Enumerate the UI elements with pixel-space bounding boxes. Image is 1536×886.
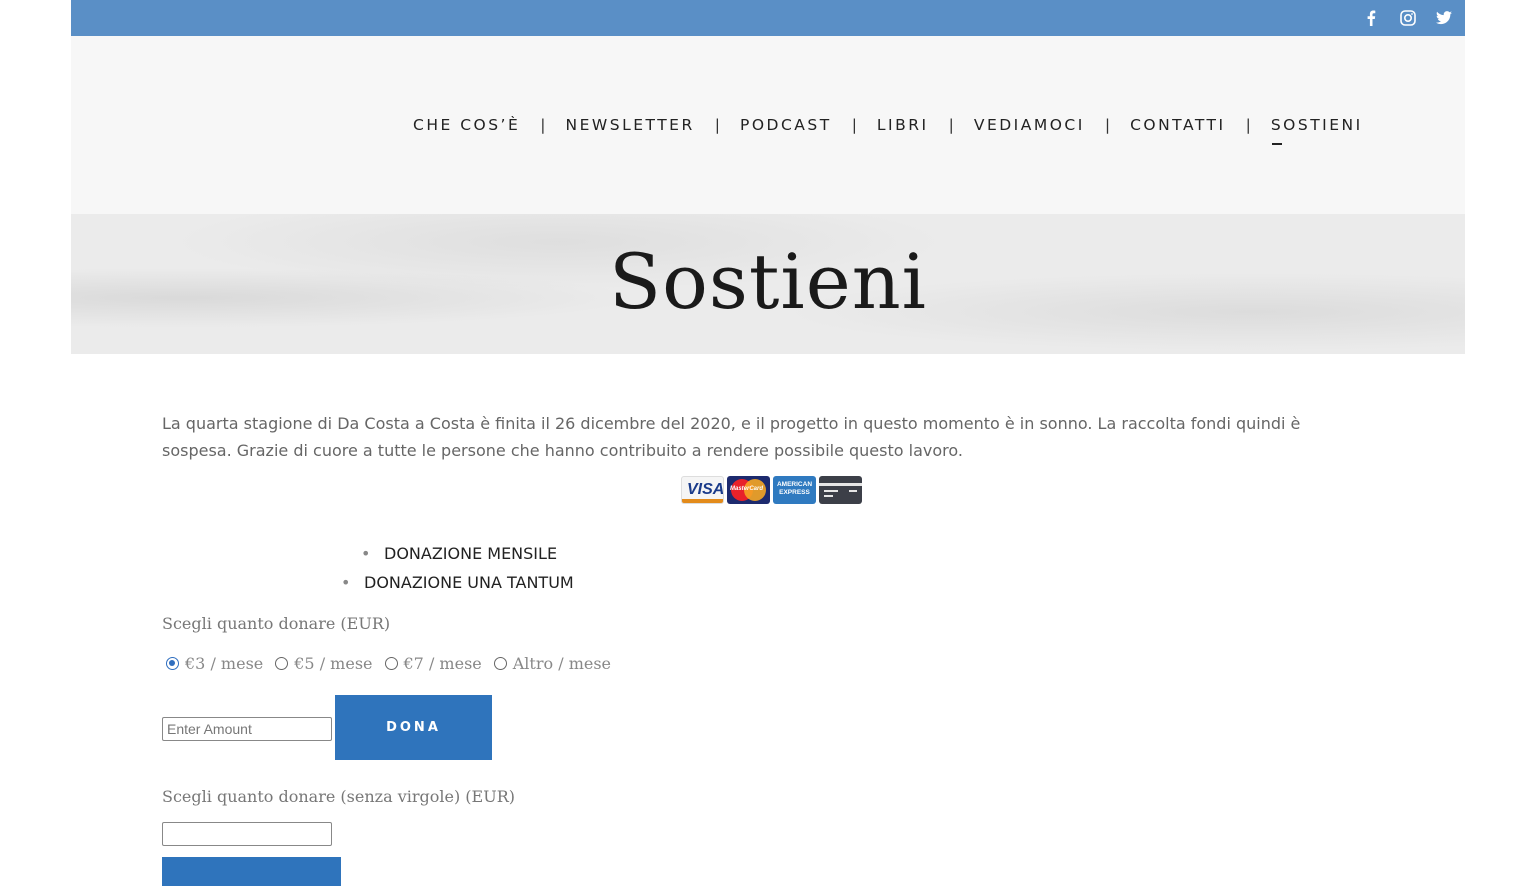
amount-option-label: €5 / mese — [294, 654, 373, 673]
donation-monthly-option[interactable]: DONAZIONE MENSILE — [361, 544, 557, 563]
nav-separator: | — [948, 116, 954, 134]
instagram-icon[interactable] — [1396, 0, 1420, 36]
amount-option-label: Altro / mese — [512, 654, 612, 673]
donate-button-2[interactable] — [162, 857, 341, 886]
amount-option-label: €7 / mese — [403, 654, 482, 673]
nav-item-1[interactable]: NEWSLETTER — [566, 116, 695, 134]
nav-item-5[interactable]: CONTATTI — [1130, 116, 1226, 134]
amount-option-3[interactable]: €3 / mese — [166, 654, 263, 673]
radio-button[interactable] — [384, 657, 398, 670]
amount-radio-group: €3 / mese €5 / mese €7 / mese Altro / me… — [166, 654, 623, 673]
nav-separator: | — [1245, 116, 1251, 134]
amount-label: Scegli quanto donare (EUR) — [162, 614, 391, 633]
twitter-icon[interactable] — [1432, 0, 1456, 36]
nav-item-6[interactable]: SOSTIENI — [1271, 116, 1363, 145]
radio-button[interactable] — [275, 657, 289, 670]
radio-button[interactable] — [493, 657, 507, 670]
amount-no-comma-label: Scegli quanto donare (senza virgole) (EU… — [162, 787, 515, 806]
visa-label: VISA — [687, 481, 724, 498]
facebook-icon[interactable] — [1359, 0, 1383, 36]
donation-one-time-option[interactable]: DONAZIONE UNA TANTUM — [341, 573, 574, 592]
main-nav: CHE COS’È | NEWSLETTER | PODCAST | LIBRI | VEDIA… — [413, 116, 1363, 145]
page-hero: Sostieni — [71, 214, 1465, 354]
nav-separator: | — [1104, 116, 1111, 134]
payment-cards: VISA MasterCard AMERICAN EXPRESS — [681, 476, 862, 504]
top-bar — [71, 0, 1465, 36]
donate-button[interactable]: DONA — [335, 695, 492, 760]
generic-card-icon — [819, 476, 862, 504]
intro-line-2: sospesa. Grazie di cuore a tutte le pers… — [162, 441, 963, 460]
nav-separator: | — [540, 116, 546, 134]
amount-option-label: €3 / mese — [185, 654, 264, 673]
nav-separator: | — [851, 116, 857, 134]
nav-item-3[interactable]: LIBRI — [877, 116, 929, 134]
visa-card-icon: VISA — [681, 476, 724, 504]
intro-text: La quarta stagione di Da Costa a Costa è… — [162, 410, 1362, 464]
amount-option-other[interactable]: Altro / mese — [493, 654, 612, 673]
intro-line-1: La quarta stagione di Da Costa a Costa è… — [162, 414, 1301, 433]
mastercard-card-icon: MasterCard — [727, 476, 770, 504]
amount-input[interactable] — [162, 717, 332, 741]
amex-card-icon: AMERICAN EXPRESS — [773, 476, 816, 504]
nav-item-0[interactable]: CHE COS’È — [413, 116, 520, 134]
amount-no-comma-input[interactable] — [162, 822, 332, 846]
nav-item-2[interactable]: PODCAST — [740, 116, 832, 134]
nav-item-4[interactable]: VEDIAMOCI — [974, 116, 1085, 134]
radio-button[interactable] — [166, 657, 179, 670]
nav-separator: | — [714, 116, 720, 134]
page-title: Sostieni — [609, 237, 927, 326]
amount-option-5[interactable]: €5 / mese — [275, 654, 373, 673]
mastercard-label: MasterCard — [730, 486, 764, 492]
amount-option-7[interactable]: €7 / mese — [384, 654, 482, 673]
amex-label: AMERICAN EXPRESS — [776, 481, 813, 496]
